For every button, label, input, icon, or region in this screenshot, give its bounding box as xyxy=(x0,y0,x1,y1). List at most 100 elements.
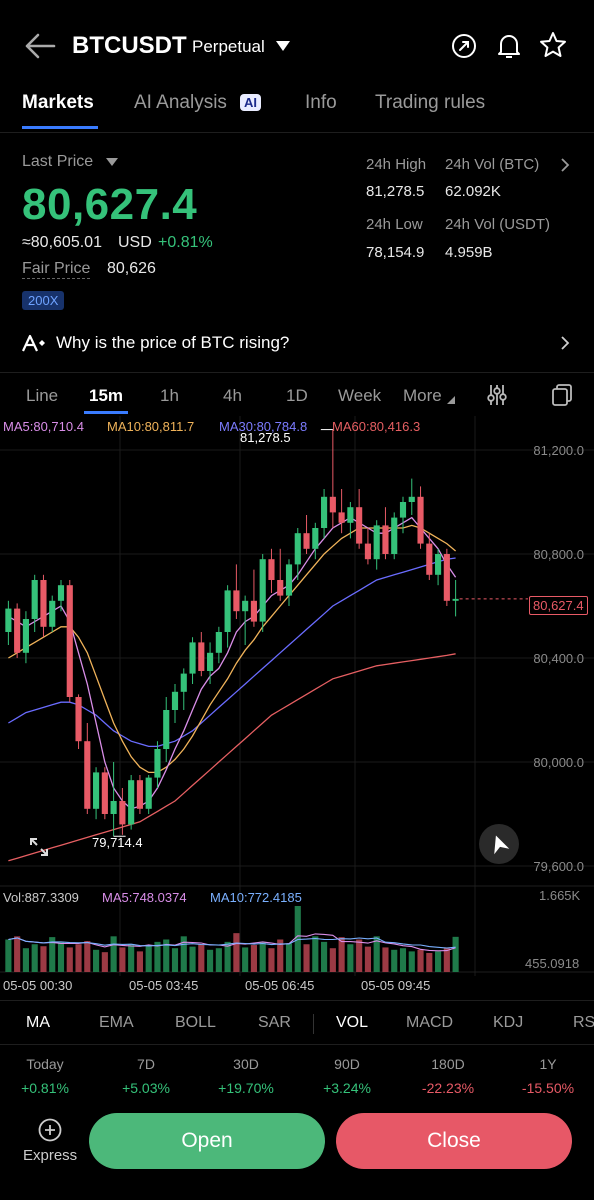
indicator-macd[interactable]: MACD xyxy=(406,1014,453,1032)
timeframe-week[interactable]: Week xyxy=(338,386,381,406)
volume-bar xyxy=(408,951,415,972)
candlestick-chart-svg[interactable]: 81,200.0 80,800.0 80,400.0 80,000.0 79,600.0 xyxy=(0,416,594,996)
candle-body xyxy=(399,502,407,518)
star-icon[interactable] xyxy=(539,31,567,59)
volume-bar xyxy=(189,946,196,972)
tab-trading-rules[interactable]: Trading rules xyxy=(375,92,485,114)
approx-usd-value: ≈80,605.01 xyxy=(22,234,102,251)
candle-body xyxy=(207,652,214,671)
expand-icon xyxy=(30,838,48,856)
indicator-settings-icon[interactable] xyxy=(486,383,508,407)
tab-markets[interactable]: Markets xyxy=(22,92,94,114)
candle-body xyxy=(101,772,108,814)
close-button[interactable]: Close xyxy=(336,1113,572,1169)
share-refresh-icon[interactable] xyxy=(451,33,477,59)
fullscreen-button[interactable] xyxy=(22,830,56,864)
volume-bar xyxy=(136,951,143,972)
indicator-separator xyxy=(313,1014,314,1034)
x-tick: 05-05 03:45 xyxy=(129,978,199,993)
volume-bar xyxy=(242,947,249,972)
timeframe-4h[interactable]: 4h xyxy=(223,386,242,406)
tab-ai-analysis[interactable]: AI Analysis xyxy=(134,92,227,114)
volume-bar xyxy=(233,933,240,972)
fair-price-label[interactable]: Fair Price xyxy=(22,260,91,279)
header-bar: BTCUSDT Perpetual xyxy=(0,0,594,88)
timeframe-1h[interactable]: 1h xyxy=(160,386,179,406)
candle-body xyxy=(93,772,100,809)
candle-body xyxy=(242,600,249,612)
chevron-down-icon[interactable] xyxy=(106,158,118,167)
volume-bar xyxy=(417,949,424,972)
last-price-label[interactable]: Last Price xyxy=(22,153,93,171)
timeframe-line[interactable]: Line xyxy=(26,386,58,406)
ma5-line xyxy=(8,516,457,810)
candle-body xyxy=(163,710,170,749)
candle-body xyxy=(57,585,65,601)
ai-insight-row[interactable]: Why is the price of BTC rising? xyxy=(0,320,594,366)
candle-body xyxy=(452,598,459,601)
x-tick: 05-05 09:45 xyxy=(361,978,431,993)
back-arrow-icon[interactable] xyxy=(24,32,56,60)
period-label: 90D xyxy=(334,1056,360,1072)
indicator-vol[interactable]: VOL xyxy=(336,1014,368,1032)
chevron-right-icon xyxy=(561,336,570,350)
candle-body xyxy=(443,554,450,601)
indicator-rsi[interactable]: RSI xyxy=(573,1014,594,1032)
volume-bar xyxy=(207,949,214,972)
change-percent: +0.81% xyxy=(158,234,213,251)
candle-body xyxy=(110,801,117,814)
divider xyxy=(0,1044,594,1045)
candle-body xyxy=(294,533,301,565)
volume-bar xyxy=(312,936,319,972)
volume-bar xyxy=(382,947,389,972)
chevron-right-icon[interactable] xyxy=(560,158,570,172)
chevron-down-icon[interactable] xyxy=(275,40,291,52)
volume-bar xyxy=(452,936,459,972)
period-value: +3.24% xyxy=(323,1080,371,1096)
ai-logo-icon xyxy=(22,334,45,352)
contract-type[interactable]: Perpetual xyxy=(192,37,265,57)
volume-bar xyxy=(119,947,126,972)
candle-body xyxy=(119,801,126,825)
candle-body xyxy=(128,780,135,825)
timeframe-more[interactable]: More xyxy=(403,386,442,406)
vol-btc-label: 24h Vol (BTC) xyxy=(445,156,540,173)
divider xyxy=(0,372,594,373)
bell-icon[interactable] xyxy=(497,32,521,60)
candle-body xyxy=(259,559,266,622)
volume-bar xyxy=(110,936,117,972)
candle-body xyxy=(347,507,354,523)
indicator-boll[interactable]: BOLL xyxy=(175,1014,216,1032)
candle-body xyxy=(224,590,231,632)
y-tick-label: 80,800.0 xyxy=(533,547,584,562)
last-price-value: 80,627.4 xyxy=(22,180,198,229)
candle-body xyxy=(426,543,433,575)
volume-bar xyxy=(391,949,398,972)
vol-usdt-value: 4.959B xyxy=(445,244,493,261)
timeframe-1d[interactable]: 1D xyxy=(286,386,308,406)
y-tick-label: 80,000.0 xyxy=(533,755,584,770)
indicator-ma[interactable]: MA xyxy=(26,1014,50,1032)
express-button[interactable]: Express xyxy=(18,1112,82,1172)
volume-bar xyxy=(364,946,371,972)
ai-badge: AI xyxy=(240,94,261,111)
indicator-ema[interactable]: EMA xyxy=(99,1014,134,1032)
candle-body xyxy=(382,525,389,554)
candle-body xyxy=(435,554,442,575)
main-tabs: Markets AI Analysis AI Info Trading rule… xyxy=(0,88,594,133)
ai-insight-text: Why is the price of BTC rising? xyxy=(56,333,290,352)
indicator-sar[interactable]: SAR xyxy=(258,1014,291,1032)
candle-body xyxy=(40,580,47,627)
symbol-title[interactable]: BTCUSDT xyxy=(72,32,187,60)
draw-tool-button[interactable] xyxy=(479,824,519,864)
tab-info[interactable]: Info xyxy=(305,92,337,114)
copy-layout-icon[interactable] xyxy=(551,383,573,407)
candle-body xyxy=(373,525,380,560)
timeframe-15m[interactable]: 15m xyxy=(89,386,123,406)
open-button[interactable]: Open xyxy=(89,1113,325,1169)
candle-body xyxy=(250,600,257,622)
indicator-kdj[interactable]: KDJ xyxy=(493,1014,523,1032)
price-chart[interactable]: 81,200.0 80,800.0 80,400.0 80,000.0 79,600.0… xyxy=(0,416,594,996)
candle-body xyxy=(312,528,319,549)
low-24h-label: 24h Low xyxy=(366,216,423,233)
